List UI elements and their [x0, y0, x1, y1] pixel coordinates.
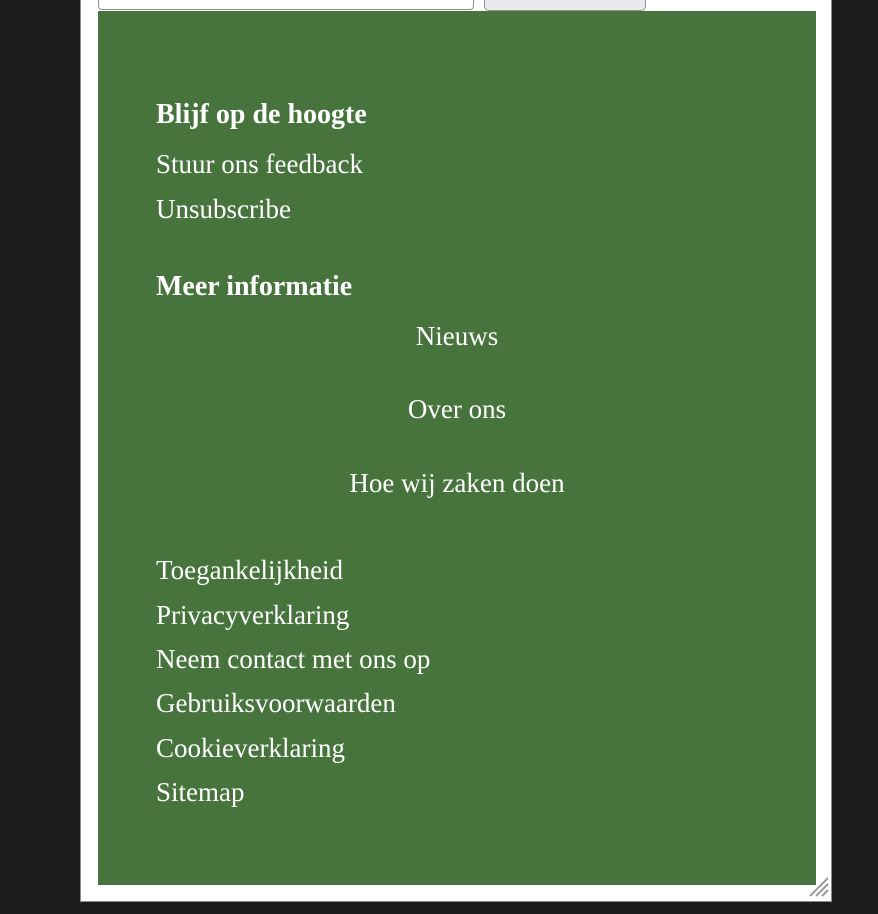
email-input[interactable]: [98, 0, 474, 10]
news-link[interactable]: Nieuws: [98, 321, 816, 352]
contact-link[interactable]: Neem contact met ons op: [156, 644, 430, 675]
resize-grip-icon[interactable]: [804, 872, 830, 898]
footer: Blijf op de hoogte Stuur ons feedback Un…: [98, 11, 816, 885]
subscribe-button[interactable]: [484, 0, 646, 11]
more-info-heading: Meer informatie: [156, 271, 353, 302]
accessibility-link[interactable]: Toegankelijkheid: [156, 555, 343, 586]
unsubscribe-link[interactable]: Unsubscribe: [156, 194, 291, 225]
privacy-link[interactable]: Privacyverklaring: [156, 600, 349, 631]
terms-link[interactable]: Gebruiksvoorwaarden: [156, 688, 396, 719]
feedback-link[interactable]: Stuur ons feedback: [156, 149, 363, 180]
cookie-link[interactable]: Cookieverklaring: [156, 733, 345, 764]
about-link[interactable]: Over ons: [98, 394, 816, 425]
how-we-do-business-link[interactable]: Hoe wij zaken doen: [98, 468, 816, 499]
stay-updated-heading: Blijf op de hoogte: [156, 99, 367, 130]
sitemap-link[interactable]: Sitemap: [156, 777, 245, 808]
